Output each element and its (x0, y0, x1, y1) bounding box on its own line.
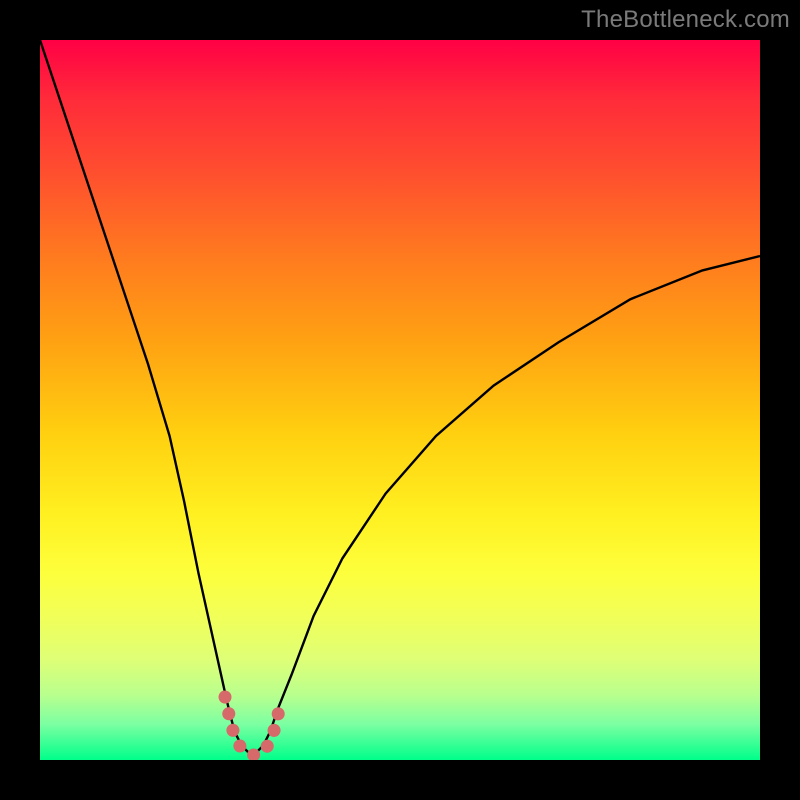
plot-area (40, 40, 760, 760)
bottleneck-curve (40, 40, 760, 753)
watermark-text: TheBottleneck.com (581, 6, 790, 34)
chart-svg (40, 40, 760, 760)
minimum-marker (225, 697, 280, 755)
chart-frame: TheBottleneck.com (0, 0, 800, 800)
